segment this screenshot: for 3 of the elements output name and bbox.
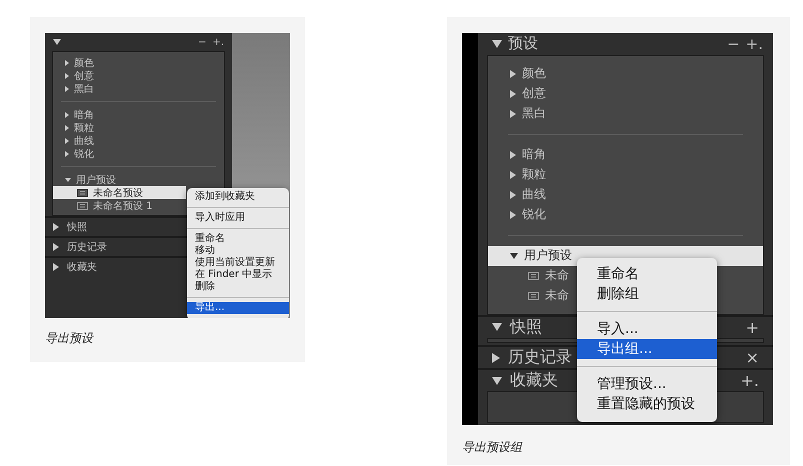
panel-title: 预设 [508,34,538,54]
figure-caption: 导出预设 [45,330,95,347]
figure-caption: 导出预设组 [462,439,524,456]
